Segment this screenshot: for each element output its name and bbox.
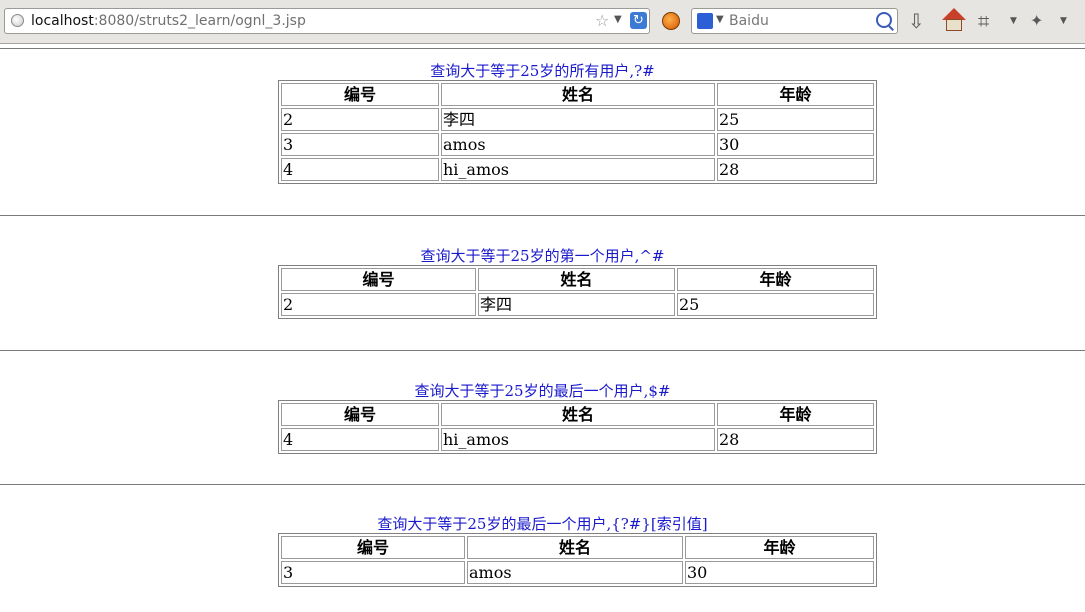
crop-icon[interactable]: ⌗ <box>978 10 989 32</box>
section-caption-all: 查询大于等于25岁的所有用户,?# <box>430 62 655 80</box>
browser-toolbar: localhost:8080/struts2_learn/ognl_3.jsp … <box>0 0 1085 44</box>
url-host: localhost <box>31 13 94 29</box>
table-header-row: 编号 姓名 年龄 <box>281 268 874 291</box>
cell-name: amos <box>441 133 715 156</box>
cell-name: 李四 <box>441 108 715 131</box>
search-bar[interactable]: ▼ Baidu <box>691 8 898 34</box>
addon-icon[interactable] <box>662 12 680 30</box>
column-header-id: 编号 <box>281 403 439 426</box>
divider <box>0 215 1085 216</box>
bookmark-star-icon[interactable]: ☆ <box>595 11 609 30</box>
section-caption-index: 查询大于等于25岁的最后一个用户,{?#}[索引值] <box>377 515 708 533</box>
search-icon[interactable] <box>876 12 892 28</box>
cell-age: 25 <box>717 108 874 131</box>
table-header-row: 编号 姓名 年龄 <box>281 403 874 426</box>
firebug-dropdown-icon[interactable]: ▼ <box>1060 16 1067 26</box>
search-engine-dropdown-icon[interactable]: ▼ <box>716 14 724 25</box>
cell-name: hi_amos <box>441 158 715 181</box>
users-table-last: 编号 姓名 年龄 4 hi_amos 28 <box>278 400 877 454</box>
table-row: 3 amos 30 <box>281 133 874 156</box>
column-header-id: 编号 <box>281 268 476 291</box>
cell-id: 2 <box>281 293 476 316</box>
url-bar[interactable]: localhost:8080/struts2_learn/ognl_3.jsp … <box>4 8 650 34</box>
globe-icon <box>11 14 24 27</box>
url-path: :8080/struts2_learn/ognl_3.jsp <box>93 13 306 29</box>
column-header-age: 年龄 <box>717 83 874 106</box>
cell-id: 2 <box>281 108 439 131</box>
cell-name: hi_amos <box>441 428 715 451</box>
column-header-age: 年龄 <box>685 536 874 559</box>
cell-age: 30 <box>685 561 874 584</box>
users-table-first: 编号 姓名 年龄 2 李四 25 <box>278 265 877 319</box>
column-header-name: 姓名 <box>467 536 683 559</box>
cell-id: 4 <box>281 158 439 181</box>
cell-id: 4 <box>281 428 439 451</box>
firebug-icon[interactable]: ✦ <box>1030 10 1043 32</box>
divider <box>0 484 1085 485</box>
cell-age: 25 <box>677 293 874 316</box>
home-wall-icon <box>946 19 962 31</box>
column-header-id: 编号 <box>281 536 465 559</box>
download-icon[interactable]: ⇩ <box>908 10 925 32</box>
column-header-age: 年龄 <box>717 403 874 426</box>
cell-age: 30 <box>717 133 874 156</box>
crop-dropdown-icon[interactable]: ▼ <box>1010 16 1017 26</box>
reload-icon[interactable]: ↻ <box>630 12 647 29</box>
cell-name: 李四 <box>478 293 675 316</box>
divider <box>0 48 1085 49</box>
users-table-all: 编号 姓名 年龄 2 李四 25 3 amos 30 4 hi_amos 28 <box>278 80 877 184</box>
table-row: 3 amos 30 <box>281 561 874 584</box>
users-table-index: 编号 姓名 年龄 3 amos 30 <box>278 533 877 587</box>
url-history-dropdown-icon[interactable]: ▼ <box>614 14 622 25</box>
column-header-name: 姓名 <box>441 403 715 426</box>
section-caption-last: 查询大于等于25岁的最后一个用户,$# <box>414 382 671 400</box>
column-header-id: 编号 <box>281 83 439 106</box>
table-row: 2 李四 25 <box>281 293 874 316</box>
home-icon[interactable] <box>942 8 966 32</box>
url-text[interactable]: localhost:8080/struts2_learn/ognl_3.jsp <box>31 13 306 29</box>
section-caption-first: 查询大于等于25岁的第一个用户,^# <box>420 247 665 265</box>
cell-age: 28 <box>717 428 874 451</box>
table-header-row: 编号 姓名 年龄 <box>281 536 874 559</box>
column-header-name: 姓名 <box>441 83 715 106</box>
cell-name: amos <box>467 561 683 584</box>
column-header-age: 年龄 <box>677 268 874 291</box>
cell-age: 28 <box>717 158 874 181</box>
divider <box>0 350 1085 351</box>
search-engine-icon[interactable] <box>697 13 713 29</box>
column-header-name: 姓名 <box>478 268 675 291</box>
table-row: 4 hi_amos 28 <box>281 428 874 451</box>
search-input[interactable]: Baidu <box>729 13 769 29</box>
table-row: 2 李四 25 <box>281 108 874 131</box>
table-header-row: 编号 姓名 年龄 <box>281 83 874 106</box>
page-content: 查询大于等于25岁的所有用户,?# 编号 姓名 年龄 2 李四 25 3 amo… <box>0 44 1085 612</box>
table-row: 4 hi_amos 28 <box>281 158 874 181</box>
cell-id: 3 <box>281 133 439 156</box>
cell-id: 3 <box>281 561 465 584</box>
